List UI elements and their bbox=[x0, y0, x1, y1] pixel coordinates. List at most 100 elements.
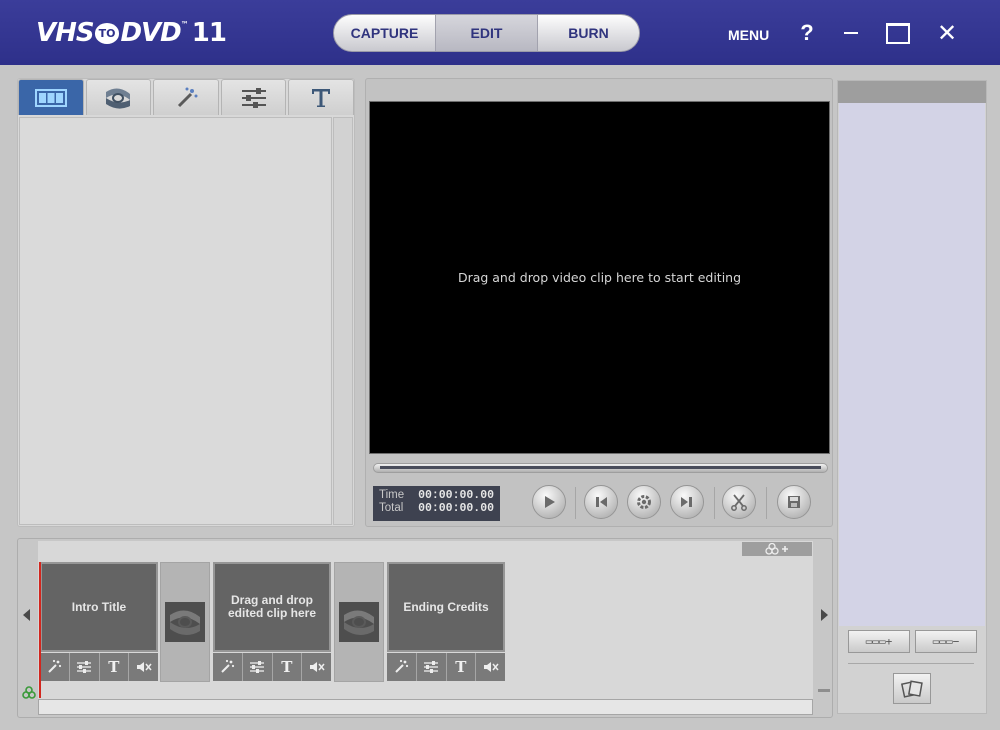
step-forward-icon bbox=[681, 497, 692, 507]
transition-icon bbox=[106, 87, 131, 109]
library-scrollbar[interactable] bbox=[333, 117, 353, 525]
ending-credits-clip[interactable]: Ending Credits T bbox=[387, 562, 505, 682]
transition-thumbnail bbox=[165, 602, 205, 642]
audio-add-icon bbox=[765, 543, 788, 555]
settings-button[interactable] bbox=[627, 485, 661, 519]
title-bar: VHS TO DVD ™ 11 CAPTURE EDIT BURN MENU ?… bbox=[0, 0, 1000, 65]
mute-icon bbox=[309, 662, 325, 672]
total-label: Total bbox=[379, 502, 404, 514]
mute-icon bbox=[136, 662, 152, 672]
text-icon bbox=[312, 88, 331, 107]
edit-mode-button[interactable]: EDIT bbox=[436, 15, 538, 51]
clip-adjust-button[interactable] bbox=[416, 653, 446, 681]
text-icon: T bbox=[281, 658, 293, 676]
tab-video-clips[interactable] bbox=[18, 79, 84, 115]
clip-text-button[interactable]: T bbox=[99, 653, 129, 681]
tab-effects[interactable] bbox=[153, 79, 219, 115]
time-value: 00:00:00.00 bbox=[418, 489, 494, 502]
photos-button[interactable] bbox=[893, 673, 931, 704]
total-value: 00:00:00.00 bbox=[418, 502, 494, 515]
disc-menu-panel: ▭▭▭+ ▭▭▭− bbox=[837, 80, 987, 714]
toolbar-separator bbox=[714, 487, 715, 519]
next-frame-button[interactable] bbox=[670, 485, 704, 519]
scroll-right-arrow[interactable] bbox=[821, 609, 828, 621]
gear-icon bbox=[637, 495, 651, 509]
clip-thumbnail: Intro Title bbox=[40, 562, 158, 652]
maximize-button[interactable] bbox=[883, 18, 913, 48]
step-back-icon bbox=[596, 497, 607, 507]
clip-thumbnail: Ending Credits bbox=[387, 562, 505, 652]
magic-wand-icon bbox=[395, 659, 409, 673]
time-label: Time bbox=[379, 489, 405, 501]
transition-thumbnail bbox=[339, 602, 379, 642]
timeline-playhead[interactable] bbox=[39, 562, 41, 698]
remove-chapter-button[interactable]: ▭▭▭− bbox=[915, 630, 977, 653]
tab-adjustments[interactable] bbox=[220, 79, 287, 115]
clip-effects-button[interactable] bbox=[40, 653, 69, 681]
menu-button[interactable]: MENU bbox=[728, 27, 769, 43]
time-display: Time 00:00:00.00 Total 00:00:00.00 bbox=[373, 486, 500, 521]
cut-button[interactable] bbox=[722, 485, 756, 519]
mute-icon bbox=[483, 662, 499, 672]
clip-thumbnail: Drag and drop edited clip here bbox=[213, 562, 331, 652]
previous-frame-button[interactable] bbox=[584, 485, 618, 519]
minimize-button[interactable] bbox=[836, 18, 866, 48]
clip-effects-button[interactable] bbox=[213, 653, 242, 681]
video-drop-area[interactable]: Drag and drop video clip here to start e… bbox=[369, 101, 830, 454]
help-button[interactable]: ? bbox=[792, 18, 822, 48]
audio-track-icon[interactable] bbox=[21, 685, 37, 704]
toolbar-separator bbox=[766, 487, 767, 519]
tab-text[interactable] bbox=[288, 79, 354, 115]
logo-version: 11 bbox=[191, 18, 227, 48]
close-button[interactable]: ✕ bbox=[932, 18, 962, 48]
intro-title-clip[interactable]: Intro Title T bbox=[40, 562, 158, 682]
magic-wand-icon bbox=[221, 659, 235, 673]
transition-slot[interactable] bbox=[334, 562, 384, 682]
clip-mute-button[interactable] bbox=[129, 653, 158, 681]
transition-slot[interactable] bbox=[160, 562, 210, 682]
logo-vhs: VHS bbox=[36, 18, 95, 48]
drop-edited-clip-slot[interactable]: Drag and drop edited clip here T bbox=[213, 562, 331, 682]
play-button[interactable] bbox=[532, 485, 566, 519]
sliders-icon bbox=[77, 661, 92, 673]
timeline-scrollbar[interactable] bbox=[38, 699, 813, 715]
clip-effects-button[interactable] bbox=[387, 653, 416, 681]
play-icon bbox=[545, 496, 555, 508]
clip-mute-button[interactable] bbox=[302, 653, 331, 681]
disc-menu-header bbox=[838, 81, 986, 103]
add-chapter-button[interactable]: ▭▭▭+ bbox=[848, 630, 910, 653]
seek-bar[interactable] bbox=[373, 463, 828, 473]
app-logo: VHS TO DVD ™ 11 bbox=[36, 16, 227, 50]
clip-adjust-button[interactable] bbox=[69, 653, 99, 681]
clip-text-button[interactable]: T bbox=[446, 653, 476, 681]
clip-mute-button[interactable] bbox=[476, 653, 505, 681]
capture-mode-button[interactable]: CAPTURE bbox=[334, 15, 436, 51]
save-button[interactable] bbox=[777, 485, 811, 519]
timeline-zoom-handle[interactable] bbox=[818, 689, 830, 692]
disc-menu-list[interactable] bbox=[839, 103, 985, 626]
logo-dvd: DVD bbox=[120, 18, 181, 48]
tab-transitions[interactable] bbox=[85, 79, 152, 115]
scissors-icon bbox=[731, 494, 747, 511]
magic-wand-icon bbox=[177, 87, 198, 107]
clip-text-button[interactable]: T bbox=[272, 653, 302, 681]
burn-mode-button[interactable]: BURN bbox=[538, 15, 639, 51]
magic-wand-icon bbox=[48, 659, 62, 673]
clip-adjust-button[interactable] bbox=[242, 653, 272, 681]
audio-track-icon bbox=[22, 686, 36, 699]
text-icon: T bbox=[455, 658, 467, 676]
remove-chapter-icon: ▭▭▭− bbox=[932, 635, 960, 648]
video-drop-message: Drag and drop video clip here to start e… bbox=[457, 270, 742, 285]
library-panel bbox=[17, 78, 355, 527]
preview-panel: Drag and drop video clip here to start e… bbox=[365, 78, 833, 527]
transition-icon bbox=[170, 610, 200, 636]
storyboard-panel: Intro Title T Drag and drop edited clip … bbox=[17, 538, 833, 718]
clip-tools: T bbox=[213, 653, 331, 681]
add-audio-button[interactable] bbox=[742, 542, 812, 556]
library-list[interactable] bbox=[19, 117, 332, 525]
scroll-left-arrow[interactable] bbox=[23, 609, 30, 621]
sliders-icon bbox=[241, 87, 266, 108]
logo-tm: ™ bbox=[180, 20, 189, 29]
clip-tools: T bbox=[387, 653, 505, 681]
panel-divider bbox=[848, 663, 974, 664]
